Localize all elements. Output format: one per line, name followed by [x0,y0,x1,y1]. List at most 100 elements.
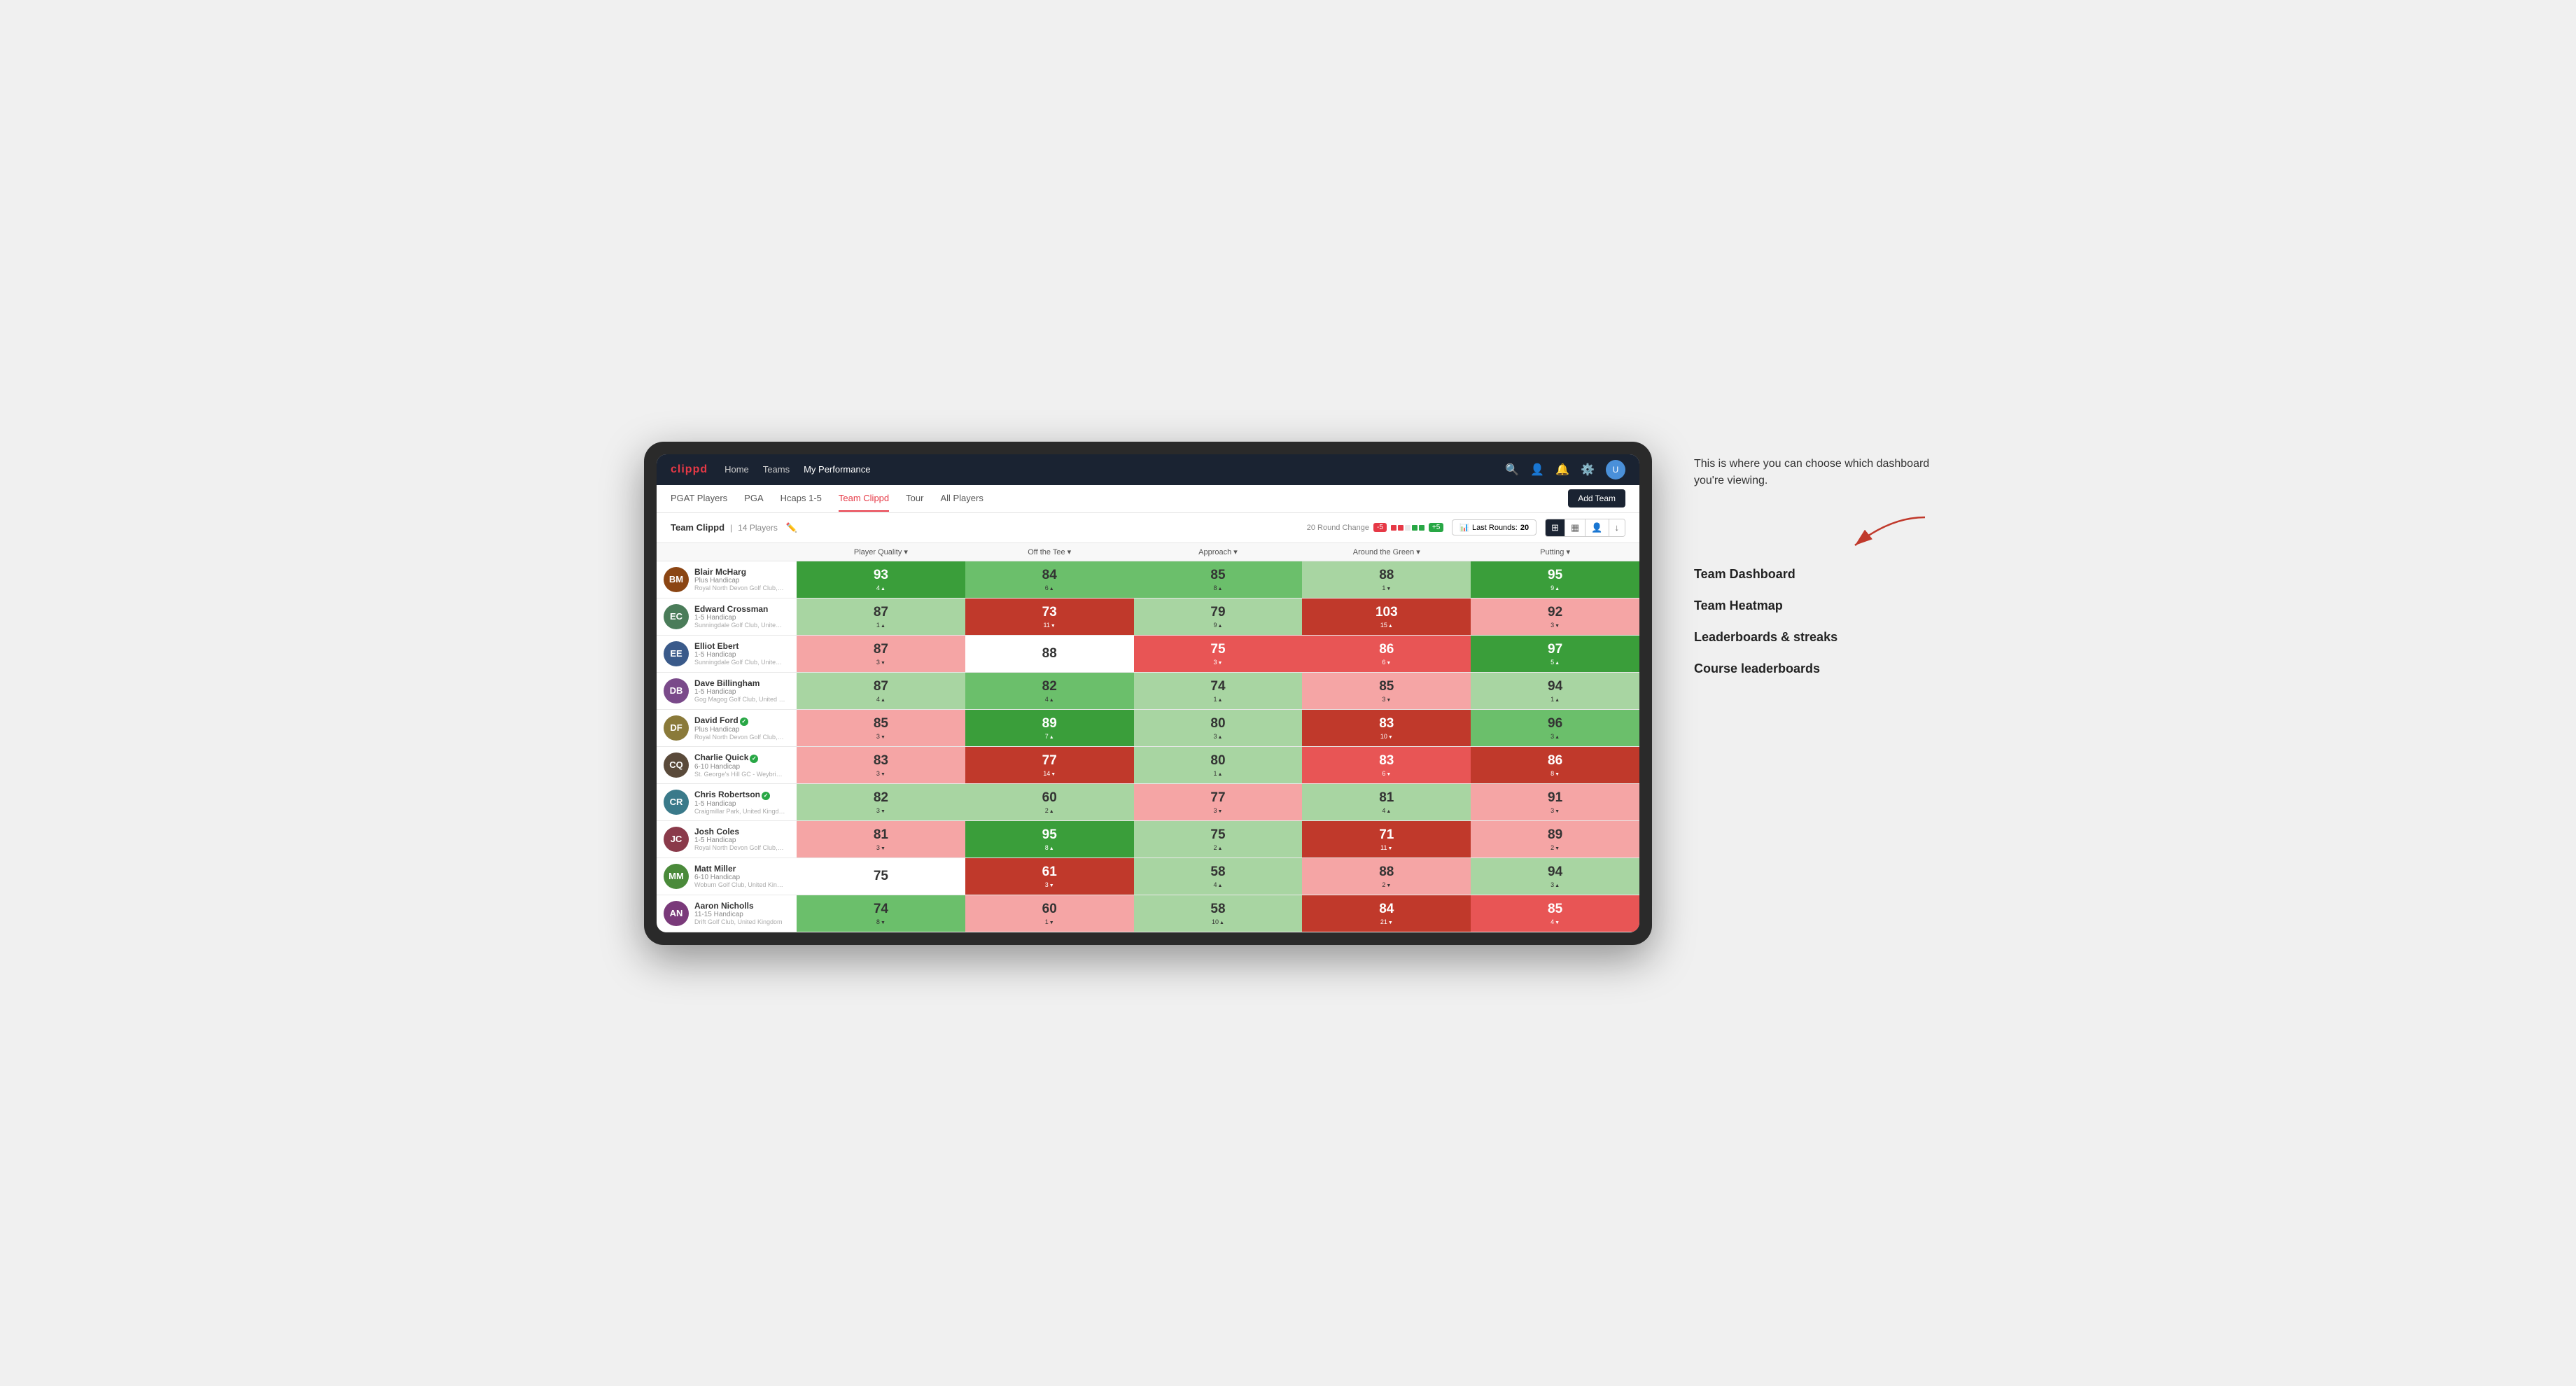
view-heatmap-button[interactable]: ▦ [1565,519,1586,536]
score-cell-6-4: 91 3▼ [1471,784,1639,820]
player-name[interactable]: Charlie Quick✓ [694,752,785,763]
score-delta: 11▼ [1380,844,1392,851]
score-delta: 3▼ [1550,807,1560,814]
table-row[interactable]: EC Edward Crossman 1-5 Handicap Sunningd… [657,598,1639,636]
player-avatar: CR [664,790,689,815]
add-team-button[interactable]: Add Team [1568,489,1625,507]
player-name[interactable]: Josh Coles [694,827,785,836]
nav-right: 🔍 👤 🔔 ⚙️ U [1505,460,1625,479]
score-cells: 75 61 3▼ 58 4▲ 88 2▼ 94 3▲ [797,858,1639,895]
table-row[interactable]: JC Josh Coles 1-5 Handicap Royal North D… [657,821,1639,858]
subnav-team-clippd[interactable]: Team Clippd [839,486,889,512]
player-details: David Ford✓ Plus Handicap Royal North De… [694,715,785,741]
player-club: Craigmillar Park, United Kingdom [694,808,785,815]
player-name[interactable]: Matt Miller [694,864,785,874]
table-row[interactable]: DB Dave Billingham 1-5 Handicap Gog Mago… [657,673,1639,710]
player-club: Royal North Devon Golf Club, United King… [694,734,785,741]
table-row[interactable]: CR Chris Robertson✓ 1-5 Handicap Craigmi… [657,784,1639,821]
score-value: 73 [1042,605,1057,620]
table-row[interactable]: AN Aaron Nicholls 11-15 Handicap Drift G… [657,895,1639,932]
player-name[interactable]: David Ford✓ [694,715,785,726]
nav-links: Home Teams My Performance [724,463,870,476]
subnav-pga[interactable]: PGA [744,486,763,512]
subnav-all-players[interactable]: All Players [940,486,983,512]
nav-teams[interactable]: Teams [763,463,790,476]
subnav-pgat[interactable]: PGAT Players [671,486,727,512]
table-row[interactable]: BM Blair McHarg Plus Handicap Royal Nort… [657,561,1639,598]
score-delta: 3▼ [876,733,886,740]
profile-icon[interactable]: 👤 [1530,463,1544,477]
score-delta: 8▼ [1550,770,1560,777]
dash-option-0[interactable]: Team Dashboard [1694,567,1932,582]
score-value: 88 [1379,864,1394,880]
col-off-tee[interactable]: Off the Tee ▾ [965,547,1134,556]
score-delta: 3▲ [1550,733,1560,740]
table-row[interactable]: MM Matt Miller 6-10 Handicap Woburn Golf… [657,858,1639,895]
player-name[interactable]: Chris Robertson✓ [694,790,785,800]
score-value: 96 [1548,716,1562,732]
edit-icon[interactable]: ✏️ [786,522,797,533]
score-cell-1-1: 73 11▼ [965,598,1134,635]
player-name[interactable]: Aaron Nicholls [694,901,783,911]
bell-icon[interactable]: 🔔 [1555,463,1569,477]
col-approach[interactable]: Approach ▾ [1134,547,1303,556]
score-delta: 3▼ [876,844,886,851]
score-cell-0-0: 93 4▲ [797,561,965,598]
score-value: 82 [874,790,888,806]
player-name[interactable]: Elliot Ebert [694,641,785,651]
score-value: 88 [1379,568,1394,583]
score-value: 88 [1042,646,1057,662]
score-cells: 87 4▲ 82 4▲ 74 1▲ 85 3▼ 94 1▲ [797,673,1639,709]
dash-option-1[interactable]: Team Heatmap [1694,598,1932,613]
score-delta: 1▼ [1045,918,1054,925]
player-name[interactable]: Edward Crossman [694,604,785,614]
dash-option-2[interactable]: Leaderboards & streaks [1694,630,1932,645]
nav-my-performance[interactable]: My Performance [804,463,870,476]
score-value: 81 [1379,790,1394,806]
score-delta: 3▼ [876,659,886,666]
score-cell-8-3: 88 2▼ [1302,858,1471,895]
score-cell-1-3: 103 15▲ [1302,598,1471,635]
annotation-panel: This is where you can choose which dashb… [1694,442,1932,676]
score-cells: 87 3▼ 88 75 3▼ 86 6▼ 97 5▲ [797,636,1639,672]
change-bar [1391,525,1424,531]
col-putting[interactable]: Putting ▾ [1471,547,1639,556]
subnav-hcaps[interactable]: Hcaps 1-5 [780,486,822,512]
col-player-quality[interactable]: Player Quality ▾ [797,547,965,556]
player-details: Blair McHarg Plus Handicap Royal North D… [694,567,785,592]
score-cell-8-4: 94 3▲ [1471,858,1639,895]
subnav-tour[interactable]: Tour [906,486,923,512]
score-value: 82 [1042,679,1057,694]
score-value: 74 [1210,679,1225,694]
table-row[interactable]: CQ Charlie Quick✓ 6-10 Handicap St. Geor… [657,747,1639,784]
search-icon[interactable]: 🔍 [1505,463,1519,477]
score-value: 83 [874,753,888,769]
user-avatar[interactable]: U [1606,460,1625,479]
view-download-button[interactable]: ↓ [1609,519,1625,536]
score-cell-5-3: 83 6▼ [1302,747,1471,783]
player-name[interactable]: Dave Billingham [694,678,785,688]
score-value: 103 [1376,605,1398,620]
view-grid-button[interactable]: ⊞ [1546,519,1565,536]
settings-icon[interactable]: ⚙️ [1581,463,1595,477]
view-person-button[interactable]: 👤 [1586,519,1609,536]
score-value: 89 [1548,827,1562,843]
last-rounds-button[interactable]: 📊 Last Rounds: 20 [1452,519,1536,536]
team-separator: | [730,523,732,533]
col-around-green[interactable]: Around the Green ▾ [1302,547,1471,556]
annotation-intro: This is where you can choose which dashb… [1694,456,1932,489]
app-logo[interactable]: clippd [671,463,708,476]
nav-home[interactable]: Home [724,463,749,476]
player-info: MM Matt Miller 6-10 Handicap Woburn Golf… [657,860,797,893]
last-rounds-label: Last Rounds: [1472,524,1518,532]
score-cell-7-2: 75 2▲ [1134,821,1303,858]
table-row[interactable]: EE Elliot Ebert 1-5 Handicap Sunningdale… [657,636,1639,673]
dash-option-3[interactable]: Course leaderboards [1694,662,1932,676]
score-value: 92 [1548,605,1562,620]
score-delta: 9▲ [1550,584,1560,592]
player-avatar: AN [664,901,689,926]
table-row[interactable]: DF David Ford✓ Plus Handicap Royal North… [657,710,1639,747]
score-delta: 10▲ [1212,918,1224,925]
player-name[interactable]: Blair McHarg [694,567,785,577]
team-name: Team Clippd [671,522,724,533]
